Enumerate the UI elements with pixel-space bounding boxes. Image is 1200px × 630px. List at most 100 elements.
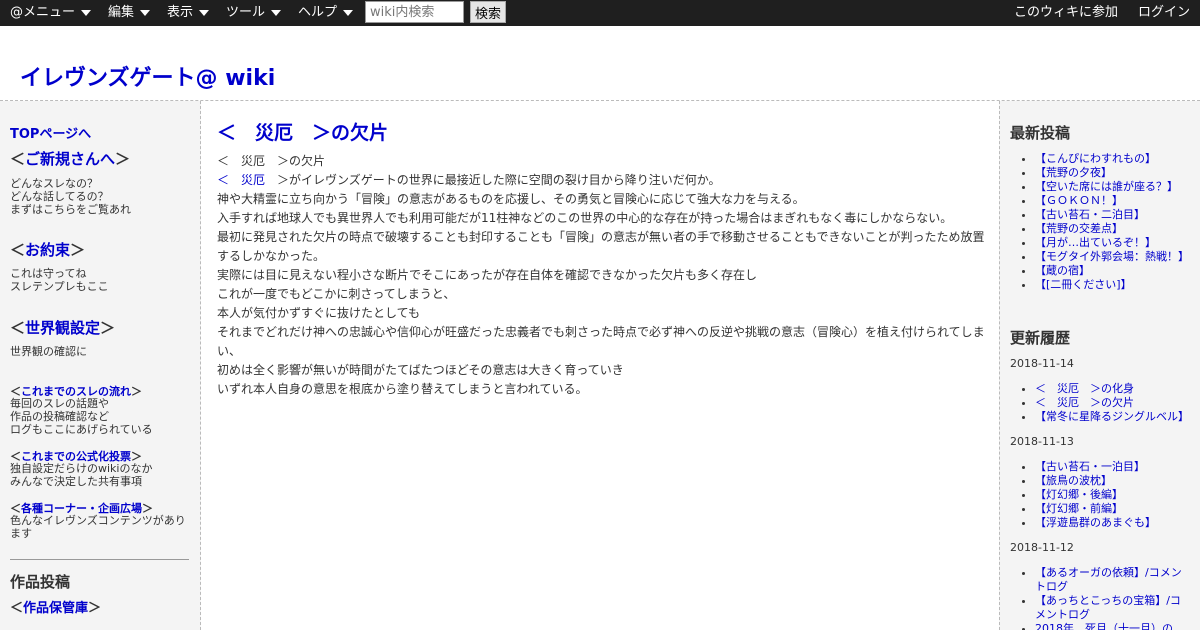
list-item: 【灯幻郷・前編】 <box>1035 502 1191 516</box>
works-section-title: 作品投稿 <box>10 573 71 591</box>
menu-view[interactable]: 表示 <box>167 0 210 26</box>
article-body: ＜ 災厄 ＞の欠片 ＜ 災厄 ＞がイレヴンズゲートの世界に最接近した際に空間の裂… <box>217 152 987 399</box>
caret-down-icon <box>81 10 92 16</box>
join-wiki-link[interactable]: このウィキに参加 <box>1014 0 1118 26</box>
latest-post-link[interactable]: 【こんぴにわすれもの】 <box>1035 152 1156 165</box>
history-date: 2018-11-13 <box>1010 435 1074 448</box>
article-line: それまでどれだけ神への忠誠心や信仰心が旺盛だった忠義者でも刺さった時点で必ず神へ… <box>217 325 985 358</box>
bracket-open: ＜ <box>10 319 26 337</box>
corners-description: 色んなイレヴンズコンテンツがあります <box>10 514 192 540</box>
latest-post-link[interactable]: 【モグタイ外郭会場：熱戦！】 <box>1035 250 1189 263</box>
menu-help[interactable]: ヘルプ <box>298 0 354 26</box>
list-item: 【ＧＯＫＯＮ！】 <box>1035 194 1191 208</box>
list-item: 【浮遊島群のあまぐも】 <box>1035 516 1191 530</box>
latest-post-link[interactable]: 【[二冊ください]】 <box>1035 278 1132 291</box>
search-button[interactable]: 検索 <box>470 1 506 23</box>
article-line: ＜ 災厄 ＞がイレヴンズゲートの世界に最接近した際に空間の裂け目から降り注いだ何… <box>217 171 987 190</box>
worldview-link[interactable]: 世界観設定 <box>25 319 100 337</box>
page-title: ＜ 災厄 ＞の欠片 <box>217 122 389 144</box>
list-item: 【[二冊ください]】 <box>1035 278 1191 292</box>
left-sidebar: TOPページへ ＜ご新規さんへ＞ どんなスレなの？ どんな話してるの？ まずはこ… <box>0 101 201 630</box>
latest-post-link[interactable]: 【荒野の夕夜】 <box>1035 166 1112 179</box>
newcomers-description: どんなスレなの？ どんな話してるの？ まずはこちらをご覧あれ <box>10 177 192 216</box>
latest-post-link[interactable]: 【古い苔石・二泊目】 <box>1035 208 1145 221</box>
desc-line: これは守ってね <box>10 267 87 280</box>
history-list: 【あるオーガの依頼】/コメントログ 【あっちとこっちの宝箱】/コメントログ 20… <box>1010 566 1191 630</box>
desc-line: 毎回のスレの話題や <box>10 397 109 410</box>
history-link[interactable]: 【あっちとこっちの宝箱】/コメントログ <box>1035 594 1181 621</box>
thread-history-description: 毎回のスレの話題や 作品の投稿確認など ログもここにあげられている <box>10 397 192 436</box>
wiki-search-input[interactable] <box>365 1 464 23</box>
sidebar-heading-worldview: ＜世界観設定＞ <box>10 317 115 338</box>
site-title[interactable]: イレヴンズゲート@ wiki <box>20 60 275 92</box>
list-item: 【空いた席には誰が座る？】 <box>1035 180 1191 194</box>
bracket-close: ＞ <box>115 150 131 168</box>
article-line: 実際には目に見えない程小さな断片でそこにあったが存在自体を確認できなかった欠片も… <box>217 268 758 282</box>
list-item: 【あっちとこっちの宝箱】/コメントログ <box>1035 594 1191 622</box>
bracket-open: ＜ <box>10 241 26 259</box>
latest-post-link[interactable]: 【ＧＯＫＯＮ！】 <box>1035 194 1123 207</box>
history-link[interactable]: 【灯幻郷・後編】 <box>1035 488 1123 501</box>
menu-label: 表示 <box>167 5 194 20</box>
history-link[interactable]: 2018年 死月（十一月）の... <box>1035 622 1183 630</box>
history-list: 【古い苔石・一泊目】 【旅鳥の波枕】 【灯幻郷・後編】 【灯幻郷・前編】 【浮遊… <box>1010 460 1191 530</box>
latest-post-link[interactable]: 【月が…出ているぞ！】 <box>1035 236 1156 249</box>
update-history-title: 更新履歴 <box>1010 329 1071 347</box>
sidebar-divider <box>10 559 189 560</box>
history-link[interactable]: 【浮遊島群のあまぐも】 <box>1035 516 1156 529</box>
bracket-close: ＞ <box>70 241 86 259</box>
history-link[interactable]: 【灯幻郷・前編】 <box>1035 502 1123 515</box>
latest-post-link[interactable]: 【蔵の宿】 <box>1035 264 1090 277</box>
caret-down-icon <box>343 10 354 16</box>
article-line: 初めは全く影響が無いが時間がたてばたつほどその意志は大きく育っていき <box>217 363 624 377</box>
worldview-description: 世界観の確認に <box>10 345 192 358</box>
bracket-close: ＞ <box>100 319 116 337</box>
article-line: 最初に発見された欠片の時点で破壊することも封印することも「冒険」の意志が無い者の… <box>217 230 985 263</box>
history-date: 2018-11-14 <box>1010 357 1074 370</box>
caret-down-icon <box>140 10 151 16</box>
article-line: 本人が気付かずすぐに抜けたとしても <box>217 306 421 320</box>
history-link[interactable]: 【古い苔石・一泊目】 <box>1035 460 1145 473</box>
caret-down-icon <box>271 10 282 16</box>
history-list: ＜ 災厄 ＞の化身 ＜ 災厄 ＞の欠片 【常冬に星降るジングルベル】 <box>1010 382 1191 424</box>
newcomers-link[interactable]: ご新規さんへ <box>25 150 115 168</box>
rules-description: これは守ってね スレテンプレもここ <box>10 267 192 293</box>
desc-line: 作品の投稿確認など <box>10 410 109 423</box>
menu-tools[interactable]: ツール <box>226 0 282 26</box>
latest-posts-list: 【こんぴにわすれもの】 【荒野の夕夜】 【空いた席には誰が座る？】 【ＧＯＫＯＮ… <box>1010 152 1191 292</box>
calamity-link[interactable]: ＜ 災厄 <box>217 173 277 187</box>
list-item: 【古い苔石・二泊目】 <box>1035 208 1191 222</box>
top-page-link[interactable]: TOPページへ <box>10 123 91 142</box>
article-line: いずれ本人自身の意思を根底から塗り替えてしまうと言われている。 <box>217 382 588 396</box>
latest-post-link[interactable]: 【荒野の交差点】 <box>1035 222 1123 235</box>
official-votes-description: 独自設定だらけのwikiのなか みんなで決定した共有事項 <box>10 462 192 488</box>
history-link[interactable]: ＜ 災厄 ＞の化身 <box>1035 382 1134 395</box>
desc-line: まずはこちらをご覧あれ <box>10 203 131 216</box>
desc-line: ログもここにあげられている <box>10 423 153 436</box>
list-item: 【古い苔石・一泊目】 <box>1035 460 1191 474</box>
list-item: 【月が…出ているぞ！】 <box>1035 236 1191 250</box>
rules-link[interactable]: お約束 <box>25 241 70 259</box>
menu-label: 編集 <box>108 5 135 20</box>
menu-label: @メニュー <box>10 5 76 20</box>
list-item: 【常冬に星降るジングルベル】 <box>1035 410 1191 424</box>
login-link[interactable]: ログイン <box>1138 0 1190 26</box>
desc-line: 色んなイレヴンズコンテンツがあります <box>10 514 186 540</box>
list-item: 【モグタイ外郭会場：熱戦！】 <box>1035 250 1191 264</box>
list-item: 【灯幻郷・後編】 <box>1035 488 1191 502</box>
menu-edit[interactable]: 編集 <box>108 0 151 26</box>
article-line: 神や大精霊に立ち向かう「冒険」の意志があるものを応援し、その勇気と冒険心に応じて… <box>217 192 805 206</box>
article-line: ＜ 災厄 ＞の欠片 <box>217 154 326 168</box>
main-content: ＜ 災厄 ＞の欠片 ＜ 災厄 ＞の欠片 ＜ 災厄 ＞がイレヴンズゲートの世界に最… <box>201 101 998 630</box>
latest-post-link[interactable]: 【空いた席には誰が座る？】 <box>1035 180 1178 193</box>
menu-at-menu[interactable]: @メニュー <box>10 0 92 26</box>
sidebar-heading-rules: ＜お約束＞ <box>10 239 85 260</box>
archive-link[interactable]: 作品保管庫 <box>23 601 88 616</box>
history-link[interactable]: ＜ 災厄 ＞の欠片 <box>1035 396 1134 409</box>
history-link[interactable]: 【常冬に星降るジングルベル】 <box>1035 410 1189 423</box>
bracket-close: ＞ <box>88 601 102 616</box>
list-item: 【あるオーガの依頼】/コメントログ <box>1035 566 1191 594</box>
history-link[interactable]: 【旅鳥の波枕】 <box>1035 474 1112 487</box>
list-item: 2018年 死月（十一月）の... <box>1035 622 1191 630</box>
history-link[interactable]: 【あるオーガの依頼】/コメントログ <box>1035 566 1182 593</box>
